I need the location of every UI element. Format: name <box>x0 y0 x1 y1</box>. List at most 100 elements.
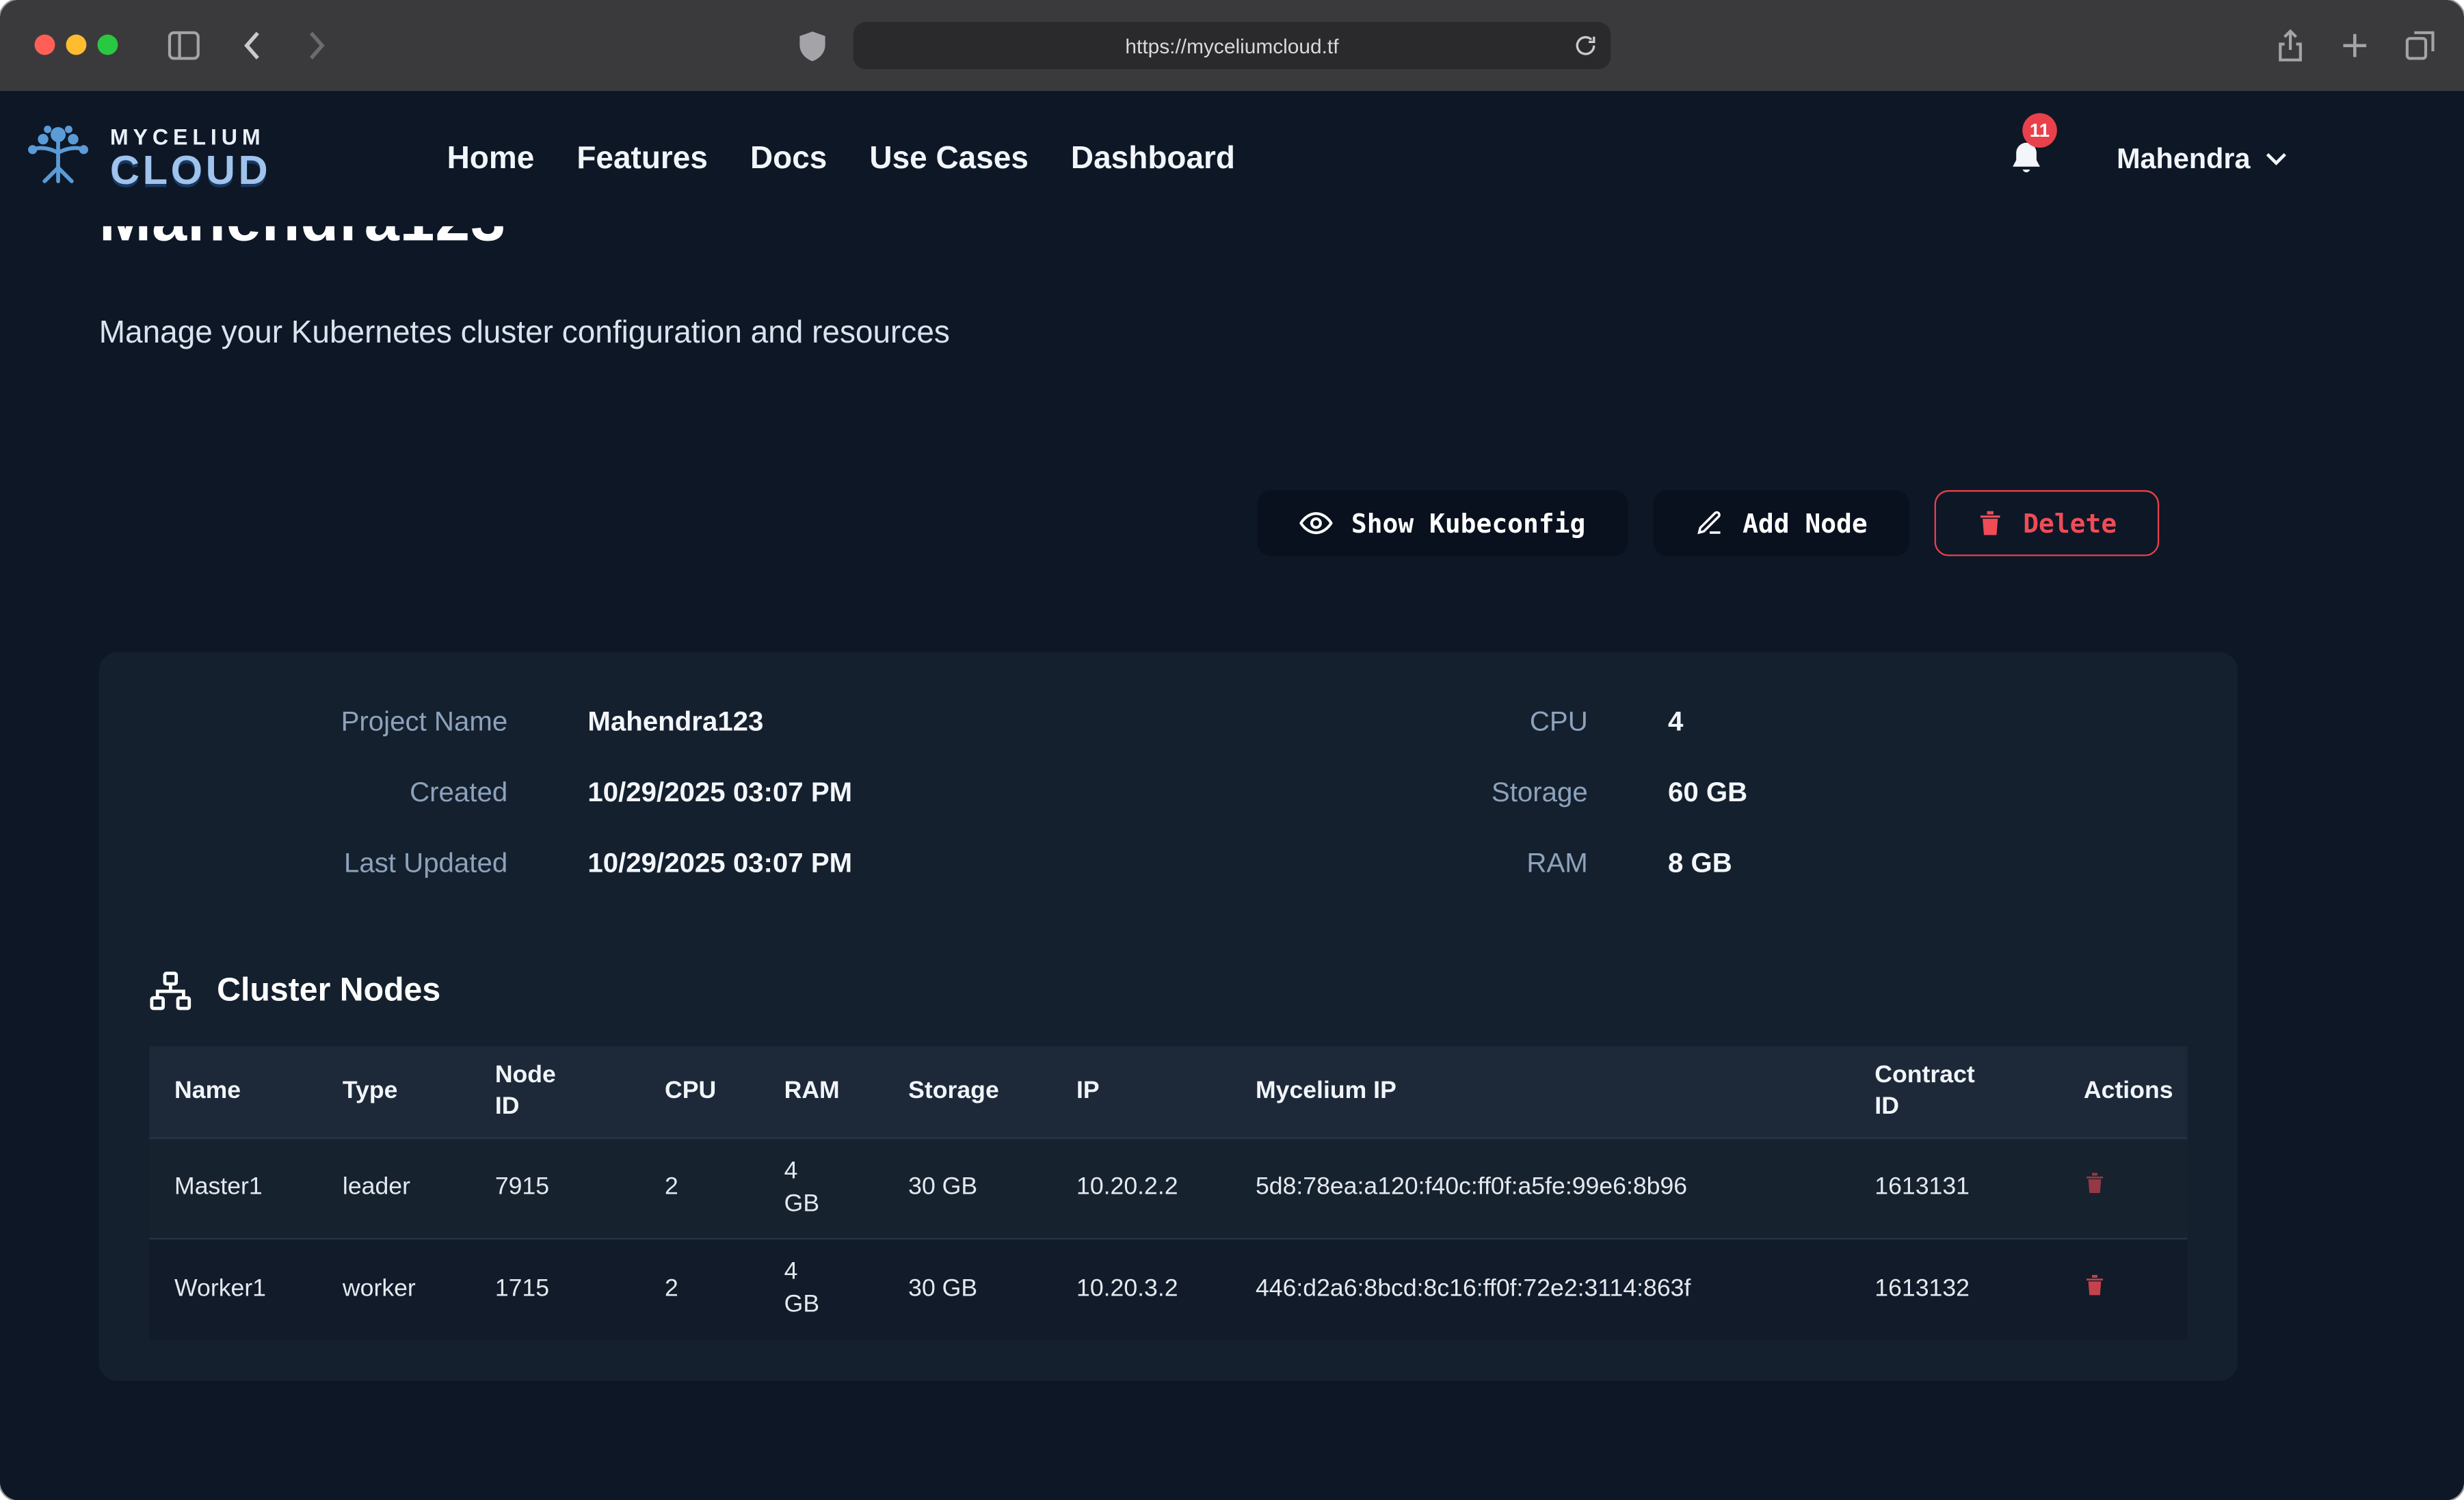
cell-ram: 4 GB <box>759 1138 884 1239</box>
logo-line2: CLOUD <box>110 149 271 192</box>
browser-toolbar: https://myceliumcloud.tf <box>0 0 2464 91</box>
notification-badge: 11 <box>2022 113 2057 148</box>
cluster-nodes-table: Name Type Node ID CPU RAM Storage IP Myc… <box>149 1046 2187 1339</box>
cell-type: leader <box>317 1138 470 1239</box>
detail-label: CPU <box>1380 706 1587 738</box>
detail-value: Mahendra123 <box>587 706 852 738</box>
cell-actions <box>2058 1239 2187 1339</box>
add-node-label: Add Node <box>1743 508 1868 538</box>
url-text: https://myceliumcloud.tf <box>1125 34 1338 57</box>
cell-node-id: 7915 <box>470 1138 639 1239</box>
col-name: Name <box>149 1046 317 1138</box>
cluster-nodes-header: Cluster Nodes <box>149 971 2187 1012</box>
pencil-icon <box>1695 509 1723 537</box>
detail-label: Storage <box>1380 776 1587 809</box>
cell-actions <box>2058 1138 2187 1239</box>
delete-node-button[interactable] <box>2084 1272 2106 1297</box>
tab-overview-icon[interactable] <box>2405 28 2436 63</box>
screenshot-stage: https://myceliumcloud.tf <box>0 0 2464 1500</box>
eye-icon <box>1299 509 1332 537</box>
col-cpu: CPU <box>639 1046 759 1138</box>
col-actions: Actions <box>2058 1046 2187 1138</box>
page-subtitle: Manage your Kubernetes cluster configura… <box>99 316 2238 352</box>
user-menu[interactable]: Mahendra <box>2117 142 2288 175</box>
site-header: MYCELIUM CLOUD Home Features Docs Use Ca… <box>0 91 2464 226</box>
table-header-row: Name Type Node ID CPU RAM Storage IP Myc… <box>149 1046 2187 1138</box>
cell-name: Master1 <box>149 1138 317 1239</box>
table-row: Worker1 worker 1715 2 4 GB 30 GB 10.20.3… <box>149 1239 2187 1339</box>
toolbar-right-icons <box>2275 28 2435 63</box>
new-tab-icon[interactable] <box>2340 28 2370 63</box>
share-icon[interactable] <box>2275 28 2305 63</box>
user-name: Mahendra <box>2117 142 2250 175</box>
cell-storage: 30 GB <box>883 1239 1051 1339</box>
delete-label: Delete <box>2023 508 2117 538</box>
detail-label: Last Updated <box>149 847 507 880</box>
nav-docs[interactable]: Docs <box>750 141 827 177</box>
col-ip: IP <box>1051 1046 1230 1138</box>
cell-cpu: 2 <box>639 1239 759 1339</box>
detail-label: Project Name <box>149 706 507 738</box>
detail-value: 10/29/2025 03:07 PM <box>587 847 852 880</box>
fullscreen-window-button[interactable] <box>97 35 118 55</box>
cell-node-id: 1715 <box>470 1239 639 1339</box>
address-bar[interactable]: https://myceliumcloud.tf <box>853 22 1611 69</box>
show-kubeconfig-label: Show Kubeconfig <box>1351 508 1585 538</box>
add-node-button[interactable]: Add Node <box>1653 490 1910 557</box>
site-content: MYCELIUM CLOUD Home Features Docs Use Ca… <box>0 91 2464 1500</box>
sitemap-icon <box>149 971 191 1012</box>
cell-name: Worker1 <box>149 1239 317 1339</box>
chevron-down-icon <box>2264 151 2288 167</box>
summary-right: CPU 4 Storage 60 GB RAM 8 GB <box>1380 706 1747 880</box>
detail-value: 4 <box>1668 706 1747 738</box>
forward-icon[interactable] <box>302 28 330 63</box>
cluster-details-card: Project Name Mahendra123 Created 10/29/2… <box>99 652 2238 1381</box>
cell-storage: 30 GB <box>883 1138 1051 1239</box>
trash-icon <box>2084 1272 2106 1297</box>
trash-icon <box>1978 509 2004 537</box>
close-window-button[interactable] <box>35 35 55 55</box>
cluster-page: Mahendra123 Manage your Kubernetes clust… <box>0 226 2464 1380</box>
col-storage: Storage <box>883 1046 1051 1138</box>
logo-text: MYCELIUM CLOUD <box>110 126 271 191</box>
sidebar-toggle-icon[interactable] <box>167 30 202 62</box>
cluster-summary: Project Name Mahendra123 Created 10/29/2… <box>149 706 2187 880</box>
col-type: Type <box>317 1046 470 1138</box>
cell-cpu: 2 <box>639 1138 759 1239</box>
nav-use-cases[interactable]: Use Cases <box>869 141 1029 177</box>
logo-line1: MYCELIUM <box>110 126 271 149</box>
cell-contract-id: 1613132 <box>1850 1239 2059 1339</box>
show-kubeconfig-button[interactable]: Show Kubeconfig <box>1257 490 1628 557</box>
reload-icon[interactable] <box>1573 33 1598 58</box>
browser-window: https://myceliumcloud.tf <box>0 0 2464 1500</box>
cell-contract-id: 1613131 <box>1850 1138 2059 1239</box>
cell-type: worker <box>317 1239 470 1339</box>
cell-mycelium-ip: 446:d2a6:8bcd:8c16:ff0f:72e2:3114:863f <box>1230 1239 1849 1339</box>
col-ram: RAM <box>759 1046 884 1138</box>
table-row: Master1 leader 7915 2 4 GB 30 GB 10.20.2… <box>149 1138 2187 1239</box>
detail-label: RAM <box>1380 847 1587 880</box>
col-mycelium-ip: Mycelium IP <box>1230 1046 1849 1138</box>
mycelium-logo-icon <box>22 124 94 193</box>
notifications-button[interactable]: 11 <box>2009 140 2045 178</box>
shield-icon[interactable] <box>798 30 826 63</box>
nav-features[interactable]: Features <box>577 141 708 177</box>
screen: https://myceliumcloud.tf <box>0 0 2464 1500</box>
detail-value: 60 GB <box>1668 776 1747 809</box>
cell-ip: 10.20.3.2 <box>1051 1239 1230 1339</box>
cluster-nodes-title: Cluster Nodes <box>217 972 440 1010</box>
delete-node-button[interactable] <box>2084 1171 2106 1196</box>
col-node-id: Node ID <box>470 1046 639 1138</box>
nav-home[interactable]: Home <box>447 141 535 177</box>
col-contract-id: Contract ID <box>1850 1046 2059 1138</box>
window-controls <box>35 35 118 55</box>
back-icon[interactable] <box>239 28 267 63</box>
detail-value: 10/29/2025 03:07 PM <box>587 776 852 809</box>
main-nav: Home Features Docs Use Cases Dashboard <box>447 141 1235 177</box>
detail-label: Created <box>149 776 507 809</box>
minimize-window-button[interactable] <box>66 35 87 55</box>
delete-cluster-button[interactable]: Delete <box>1935 490 2160 557</box>
logo[interactable]: MYCELIUM CLOUD <box>22 124 271 193</box>
cell-ip: 10.20.2.2 <box>1051 1138 1230 1239</box>
nav-dashboard[interactable]: Dashboard <box>1071 141 1235 177</box>
